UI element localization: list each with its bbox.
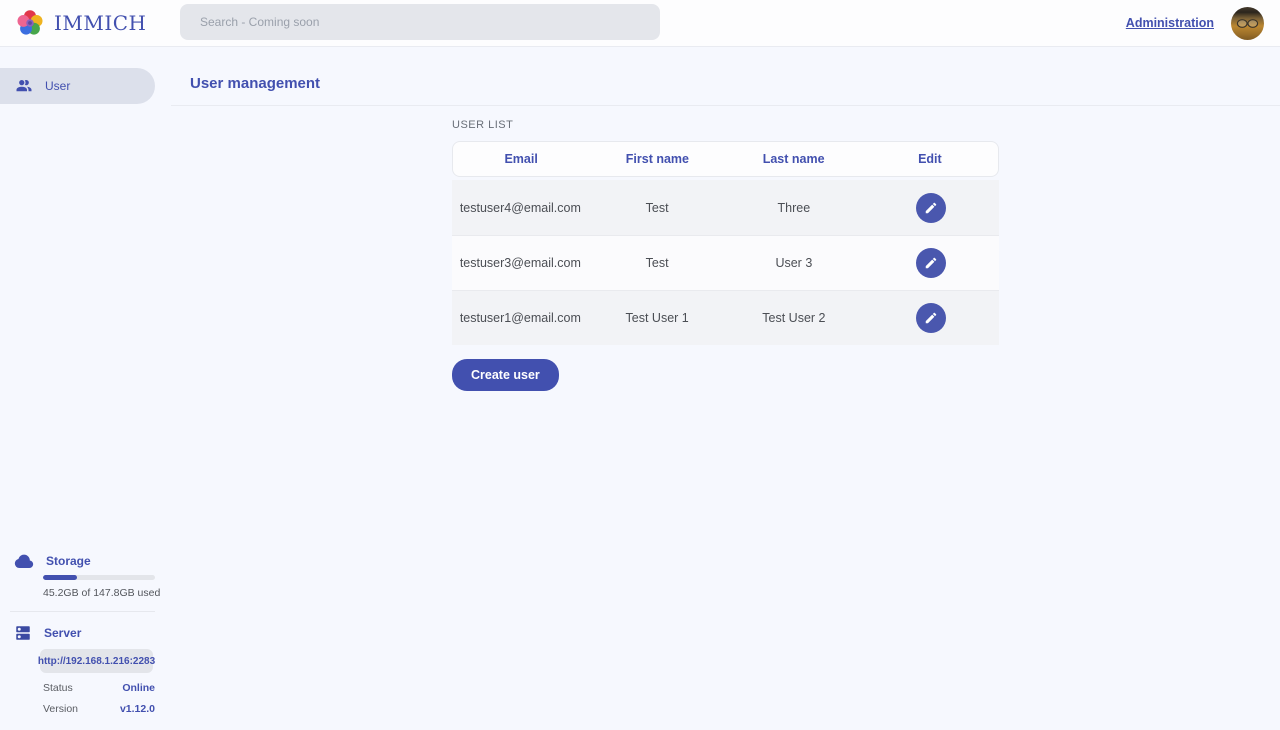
edit-user-button[interactable] bbox=[916, 193, 946, 223]
user-list-label: USER LIST bbox=[452, 119, 999, 131]
page-title: User management bbox=[190, 75, 320, 92]
cell-last-name: User 3 bbox=[726, 256, 863, 270]
cell-first-name: Test User 1 bbox=[589, 311, 726, 325]
header-last-name: Last name bbox=[726, 152, 862, 166]
server-version-row: Version v1.12.0 bbox=[43, 703, 155, 715]
users-icon bbox=[15, 77, 33, 95]
top-navbar: IMMICH Administration bbox=[0, 0, 1280, 47]
server-version-label: Version bbox=[43, 703, 78, 715]
server-title: Server bbox=[44, 626, 81, 640]
user-avatar[interactable] bbox=[1231, 7, 1264, 40]
cell-email: testuser1@email.com bbox=[452, 311, 589, 325]
storage-usage-label: 45.2GB of 147.8GB used bbox=[43, 587, 171, 599]
storage-progress-fill bbox=[43, 575, 77, 580]
sidebar-item-label: User bbox=[45, 79, 70, 93]
cell-last-name: Test User 2 bbox=[726, 311, 863, 325]
search-bar bbox=[180, 4, 660, 40]
administration-link[interactable]: Administration bbox=[1126, 16, 1214, 30]
pencil-icon bbox=[924, 201, 938, 215]
edit-user-button[interactable] bbox=[916, 248, 946, 278]
sidebar-item-users[interactable]: User bbox=[0, 68, 155, 104]
table-row: testuser4@email.com Test Three bbox=[452, 180, 999, 235]
page-header: User management bbox=[171, 47, 1280, 106]
sidebar-bottom: Storage 45.2GB of 147.8GB used Server ht… bbox=[0, 553, 171, 729]
server-section-header: Server bbox=[0, 624, 171, 642]
cloud-icon bbox=[14, 553, 34, 568]
server-status-value: Online bbox=[122, 682, 155, 694]
server-icon bbox=[14, 624, 32, 642]
table-row: testuser3@email.com Test User 3 bbox=[452, 235, 999, 290]
create-user-button[interactable]: Create user bbox=[452, 359, 559, 391]
navbar-right: Administration bbox=[1126, 7, 1264, 40]
cell-first-name: Test bbox=[589, 201, 726, 215]
storage-title: Storage bbox=[46, 554, 91, 568]
cell-last-name: Three bbox=[726, 201, 863, 215]
header-edit: Edit bbox=[862, 152, 998, 166]
server-status-label: Status bbox=[43, 682, 73, 694]
header-first-name: First name bbox=[589, 152, 725, 166]
search-input[interactable] bbox=[180, 4, 660, 40]
user-list-section: USER LIST Email First name Last name Edi… bbox=[452, 119, 999, 391]
server-version-value: v1.12.0 bbox=[120, 703, 155, 715]
app-title: IMMICH bbox=[54, 13, 147, 33]
cell-first-name: Test bbox=[589, 256, 726, 270]
storage-section-header: Storage bbox=[0, 553, 171, 568]
app-logo[interactable]: IMMICH bbox=[15, 8, 147, 38]
cell-email: testuser3@email.com bbox=[452, 256, 589, 270]
server-status-row: Status Online bbox=[43, 682, 155, 694]
cell-email: testuser4@email.com bbox=[452, 201, 589, 215]
pencil-icon bbox=[924, 256, 938, 270]
header-email: Email bbox=[453, 152, 589, 166]
table-row: testuser1@email.com Test User 1 Test Use… bbox=[452, 290, 999, 345]
user-table-body: testuser4@email.com Test Three testuser3… bbox=[452, 180, 999, 345]
sidebar-divider bbox=[10, 611, 155, 612]
storage-progress-bar bbox=[43, 575, 155, 580]
sidebar: User Storage 45.2GB of 147.8GB used Serv… bbox=[0, 47, 171, 729]
pencil-icon bbox=[924, 311, 938, 325]
user-table-header: Email First name Last name Edit bbox=[452, 141, 999, 177]
server-url-chip[interactable]: http://192.168.1.216:2283 bbox=[40, 649, 153, 673]
avatar-glasses-photo bbox=[1236, 18, 1259, 29]
edit-user-button[interactable] bbox=[916, 303, 946, 333]
immich-flower-icon bbox=[15, 8, 45, 38]
main-content: User management USER LIST Email First na… bbox=[171, 47, 1280, 729]
page-layout: User Storage 45.2GB of 147.8GB used Serv… bbox=[0, 47, 1280, 729]
